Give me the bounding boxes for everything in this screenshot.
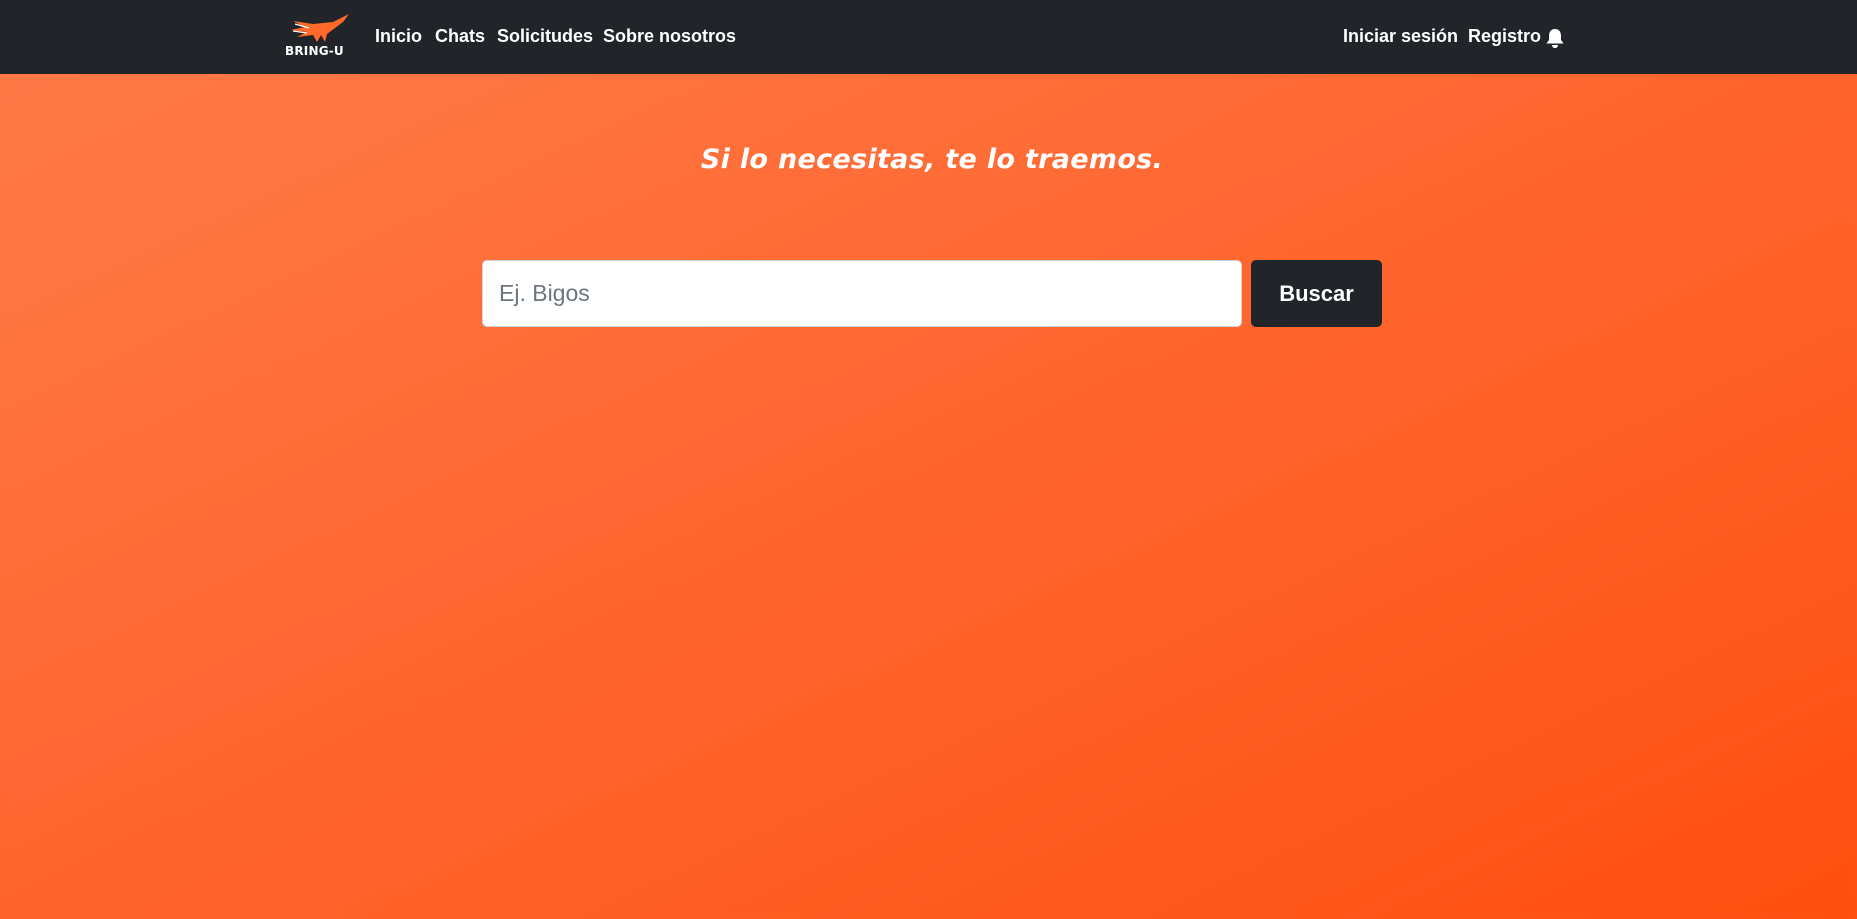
hero-tagline: Si lo necesitas, te lo traemos. <box>700 144 1164 175</box>
search-input[interactable] <box>482 260 1242 327</box>
nav-link-sobre-nosotros[interactable]: Sobre nosotros <box>603 26 736 47</box>
navbar: BRING-U Inicio Chats Solicitudes Sobre n… <box>0 0 1857 74</box>
nav-link-inicio[interactable]: Inicio <box>375 26 422 47</box>
nav-link-solicitudes[interactable]: Solicitudes <box>497 26 593 47</box>
nav-link-chats[interactable]: Chats <box>435 26 485 47</box>
bell-icon <box>1546 29 1564 48</box>
notifications-button[interactable] <box>1544 27 1566 49</box>
bird-icon <box>291 14 349 42</box>
brand-logo[interactable]: BRING-U <box>283 12 353 60</box>
search-button[interactable]: Buscar <box>1251 260 1382 327</box>
brand-name: BRING-U <box>285 44 344 58</box>
login-link[interactable]: Iniciar sesión <box>1343 26 1458 47</box>
register-link[interactable]: Registro <box>1468 26 1541 47</box>
